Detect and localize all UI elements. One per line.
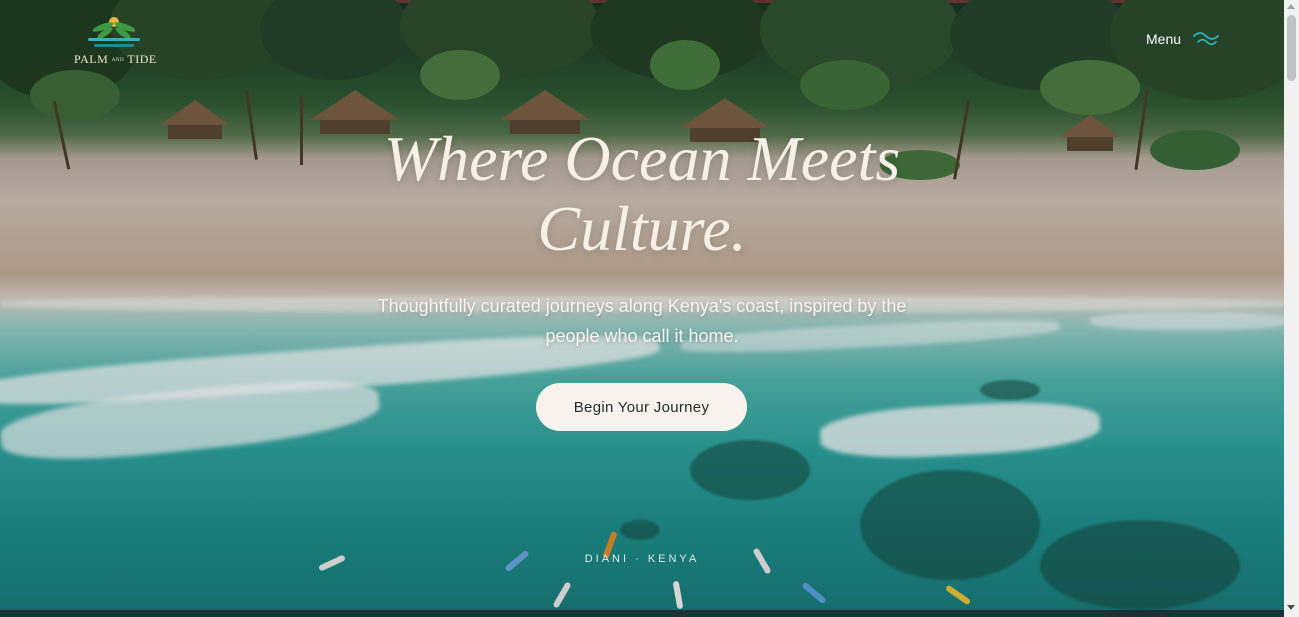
brand-name-connector: AND xyxy=(111,57,125,63)
hero-headline-line2: Culture. xyxy=(537,193,747,264)
begin-journey-button[interactable]: Begin Your Journey xyxy=(536,383,747,431)
brand-name-left: PALM xyxy=(74,52,109,66)
next-section-edge xyxy=(0,610,1284,617)
hero-subtitle: Thoughtfully curated journeys along Keny… xyxy=(377,296,907,346)
hero-headline: Where Ocean Meets Culture. xyxy=(292,124,992,264)
scroll-up-arrow-icon[interactable] xyxy=(1287,4,1295,9)
scrollbar-thumb[interactable] xyxy=(1287,15,1296,81)
brand-name: PALM AND TIDE xyxy=(74,52,157,67)
brand-name-right: TIDE xyxy=(127,52,157,66)
palm-sun-waves-logo-icon xyxy=(74,14,154,50)
page-scrollbar[interactable] xyxy=(1284,0,1299,617)
hero-headline-line1: Where Ocean Meets xyxy=(383,123,901,194)
brand-logo[interactable]: PALM AND TIDE xyxy=(74,14,157,67)
wave-menu-icon xyxy=(1193,31,1219,47)
location-label: DIANI · KENYA xyxy=(584,553,700,565)
menu-label: Menu xyxy=(1146,31,1182,47)
menu-button[interactable]: Menu xyxy=(1146,31,1219,47)
scroll-down-arrow-icon[interactable] xyxy=(1287,605,1295,610)
hero-section: PALM AND TIDE Menu Where Ocean Meets Cul… xyxy=(0,0,1284,610)
